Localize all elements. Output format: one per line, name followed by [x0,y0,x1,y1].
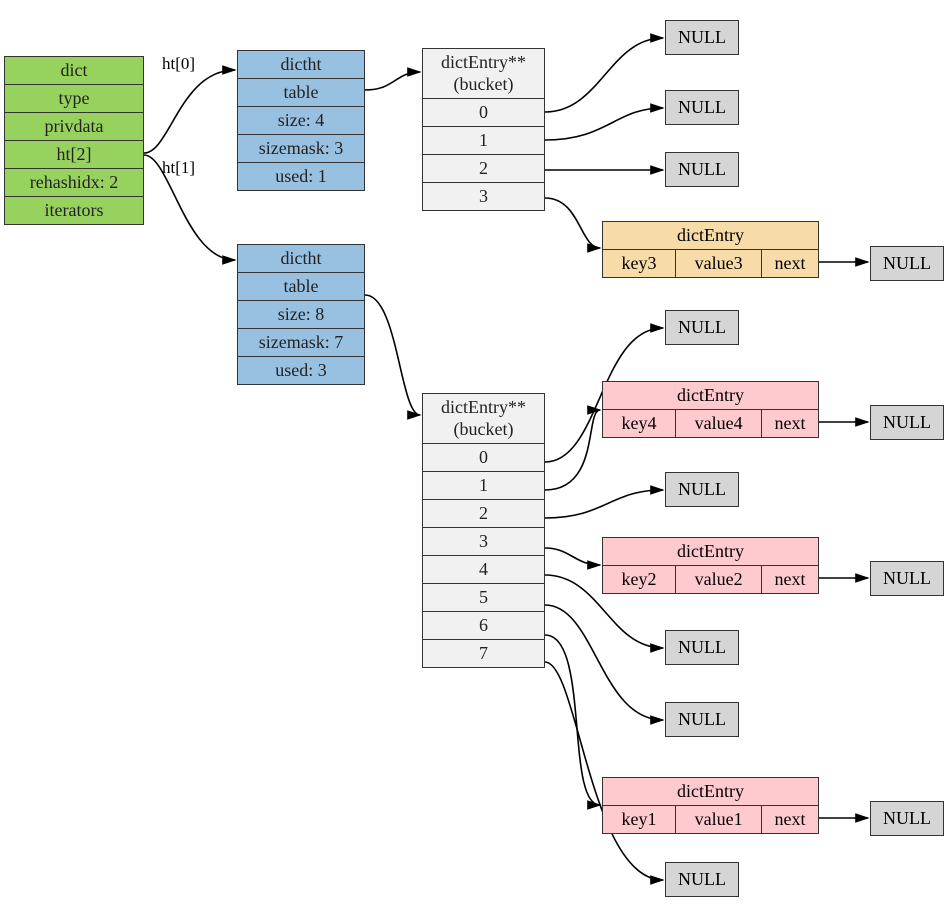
dict-field-rehashidx: rehashidx: 2 [5,169,143,197]
bucket1-slot-4: 4 [423,556,544,584]
bucket1-slot-7: 7 [423,640,544,667]
null-key2-next: NULL [870,561,944,596]
bucket0-slot-2: 2 [423,155,544,183]
bucket1-slot-2: 2 [423,500,544,528]
dictht0-size: size: 4 [238,107,364,135]
bucket1-slot-6: 6 [423,612,544,640]
dictentry-key1-title: dictEntry [603,778,818,806]
dictentry-key2: dictEntry key2 value2 next [602,537,819,594]
null-key4-next: NULL [870,405,944,440]
bucket0-node: dictEntry**(bucket) 0 1 2 3 [422,48,545,211]
dictentry-key3: dictEntry key3 value3 next [602,221,819,278]
null-b0-1: NULL [665,90,739,125]
bucket0-slot-3: 3 [423,183,544,210]
bucket1-slot-0: 0 [423,444,544,472]
null-key1-next: NULL [870,801,944,836]
null-b1-4: NULL [665,630,739,665]
dict-field-iterators: iterators [5,197,143,224]
dictht1-used: used: 3 [238,357,364,384]
dict-field-ht: ht[2] [5,141,143,169]
dictentry-key4: dictEntry key4 value4 next [602,381,819,438]
dictht1-table: table [238,273,364,301]
dictentry-key1-next: next [762,806,818,833]
dictentry-key2-value: value2 [676,566,762,593]
null-b0-0: NULL [665,20,739,55]
dictentry-key3-key: key3 [603,250,676,277]
dictht0-sizemask: sizemask: 3 [238,135,364,163]
bucket0-slot-1: 1 [423,127,544,155]
dictentry-key2-next: next [762,566,818,593]
dict-node: dict type privdata ht[2] rehashidx: 2 it… [4,56,144,225]
dictentry-key4-key: key4 [603,410,676,437]
dictht0-title: dictht [238,51,364,79]
dictentry-key3-value: value3 [676,250,762,277]
bucket1-node: dictEntry**(bucket) 0 1 2 3 4 5 6 7 [422,393,545,668]
dictentry-key1-key: key1 [603,806,676,833]
dictentry-key4-title: dictEntry [603,382,818,410]
null-b0-2: NULL [665,152,739,187]
edge-label-ht1: ht[1] [162,158,195,178]
dict-title: dict [5,57,143,85]
dictentry-key3-title: dictEntry [603,222,818,250]
bucket1-slot-1: 1 [423,472,544,500]
null-b1-0: NULL [665,310,739,345]
bucket1-title: dictEntry**(bucket) [423,394,544,444]
bucket1-slot-3: 3 [423,528,544,556]
bucket1-slot-5: 5 [423,584,544,612]
dictentry-key2-key: key2 [603,566,676,593]
dictentry-key4-next: next [762,410,818,437]
bucket0-slot-0: 0 [423,99,544,127]
dictentry-key1: dictEntry key1 value1 next [602,777,819,834]
dictht1-size: size: 8 [238,301,364,329]
null-b1-2: NULL [665,472,739,507]
dictht0-used: used: 1 [238,163,364,190]
bucket0-title: dictEntry**(bucket) [423,49,544,99]
dict-field-type: type [5,85,143,113]
dictentry-key4-value: value4 [676,410,762,437]
null-key3-next: NULL [870,246,944,281]
dictentry-key3-next: next [762,250,818,277]
dictentry-key1-value: value1 [676,806,762,833]
null-b1-5: NULL [665,702,739,737]
dictht0-node: dictht table size: 4 sizemask: 3 used: 1 [237,50,365,191]
dictht0-table: table [238,79,364,107]
dictht1-sizemask: sizemask: 7 [238,329,364,357]
dictht1-node: dictht table size: 8 sizemask: 7 used: 3 [237,244,365,385]
dictht1-title: dictht [238,245,364,273]
dictentry-key2-title: dictEntry [603,538,818,566]
null-b1-7: NULL [665,862,739,897]
edge-label-ht0: ht[0] [162,54,195,74]
dict-field-privdata: privdata [5,113,143,141]
